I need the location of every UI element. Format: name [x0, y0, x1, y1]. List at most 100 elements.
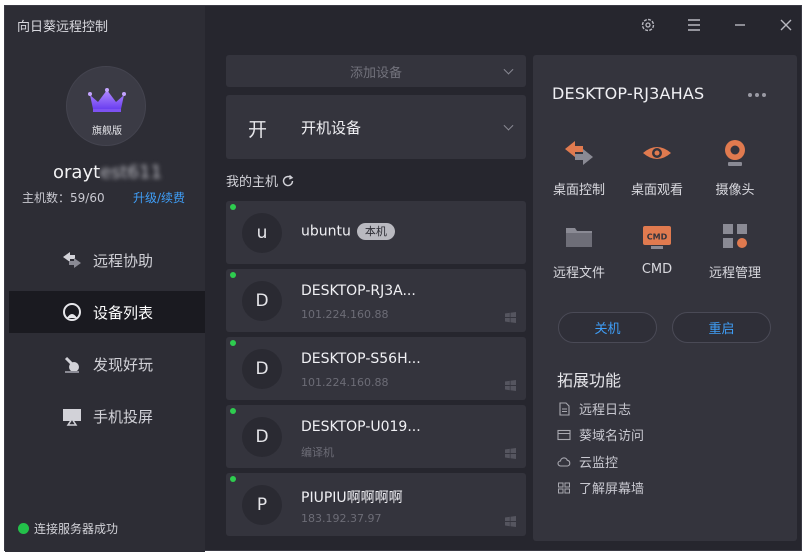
add-device-dropdown[interactable]: 添加设备 — [226, 55, 526, 87]
online-indicator — [230, 272, 236, 278]
nav-item-discover[interactable]: 发现好玩 — [9, 343, 205, 385]
action-label: 远程文件 — [552, 266, 605, 281]
nav-item-device-list[interactable]: 设备列表 — [9, 291, 205, 333]
device-ip: 183.192.37.97 — [301, 512, 382, 525]
ext-item-domain-access[interactable]: 葵域名访问 — [557, 425, 644, 444]
action-label: 摄像头 — [715, 183, 755, 198]
action-camera[interactable]: 摄像头 — [695, 137, 775, 198]
nav-label-remote-assist: 远程协助 — [93, 251, 154, 270]
action-remote-manage[interactable]: 远程管理 — [695, 220, 775, 281]
refresh-icon[interactable] — [281, 174, 295, 188]
desktop-view-icon — [643, 147, 671, 159]
my-hosts-label: 我的主机 — [226, 175, 279, 190]
detail-device-title: DESKTOP-RJ3AHAS — [552, 84, 705, 103]
cmd-icon: CMD — [643, 226, 671, 249]
extensions-title: 拓展功能 — [557, 371, 622, 390]
ext-label: 远程日志 — [579, 403, 632, 418]
screen-cast-icon — [63, 409, 81, 426]
online-indicator — [230, 408, 236, 414]
action-label: CMD — [641, 262, 673, 277]
remote-assist-icon — [63, 252, 81, 268]
device-list-icon — [63, 303, 81, 321]
device-name: DESKTOP-S56H... — [301, 351, 421, 367]
device-card-desktop-rj3a[interactable]: D DESKTOP-RJ3A... 101.224.160.88 — [226, 269, 526, 332]
shutdown-button[interactable]: 关机 — [558, 312, 657, 343]
host-count: 主机数：59/60 — [22, 189, 105, 206]
discover-icon — [64, 356, 79, 373]
log-icon — [559, 401, 570, 416]
device-initial: D — [242, 349, 282, 389]
device-card-desktop-s56h[interactable]: D DESKTOP-S56H... 101.224.160.88 — [226, 337, 526, 400]
ext-label: 葵域名访问 — [579, 429, 645, 444]
action-desktop-control[interactable]: 桌面控制 — [539, 137, 619, 198]
cloud-icon — [557, 456, 571, 467]
status-text: 连接服务器成功 — [34, 522, 119, 536]
windows-icon — [505, 380, 516, 391]
windows-icon — [505, 448, 516, 459]
device-card-piupiu[interactable]: P PIUPIU啊啊啊啊 183.192.37.97 — [226, 473, 526, 536]
remote-file-icon — [566, 228, 592, 247]
nav-label-device-list: 设备列表 — [93, 303, 154, 322]
ext-item-screen-wall[interactable]: 了解屏幕墙 — [557, 478, 644, 497]
nav-label-discover: 发现好玩 — [93, 355, 154, 374]
boot-device-dropdown[interactable]: 开 开机设备 — [226, 95, 526, 159]
device-ip: 101.224.160.88 — [301, 376, 389, 389]
nav-item-screen-cast[interactable]: 手机投屏 — [9, 395, 205, 437]
device-card-desktop-u019[interactable]: D DESKTOP-U019... 编译机 — [226, 405, 526, 468]
device-initial: P — [242, 485, 282, 525]
add-device-label: 添加设备 — [349, 65, 402, 81]
connection-status: 连接服务器成功 — [18, 520, 118, 537]
username: oraytest611 — [53, 162, 162, 183]
device-name-text: ubuntu — [301, 223, 351, 240]
device-name: DESKTOP-U019... — [301, 419, 421, 435]
screen-wall-icon — [558, 482, 570, 493]
ext-label: 云监控 — [579, 456, 619, 471]
action-label: 桌面观看 — [630, 183, 683, 198]
device-initial: D — [242, 281, 282, 321]
menu-icon[interactable] — [686, 17, 702, 33]
domain-icon — [557, 429, 571, 440]
ext-item-cloud-monitor[interactable]: 云监控 — [557, 452, 618, 471]
device-card-ubuntu[interactable]: u ubuntu 本机 — [226, 201, 526, 264]
device-remark: 编译机 — [301, 446, 334, 459]
boot-device-label: 开机设备 — [301, 119, 362, 137]
action-desktop-view[interactable]: 桌面观看 — [617, 137, 697, 198]
crown-icon — [88, 88, 126, 112]
device-name: ubuntu 本机 — [301, 223, 395, 240]
restart-button[interactable]: 重启 — [672, 312, 771, 343]
host-count-label: 主机数： — [22, 191, 71, 205]
avatar[interactable]: 旗舰版 — [66, 66, 146, 146]
device-name: DESKTOP-RJ3A... — [301, 283, 416, 299]
action-cmd[interactable]: CMD CMD — [617, 220, 697, 277]
device-ip: 101.224.160.88 — [301, 308, 389, 321]
windows-icon — [505, 516, 516, 527]
ext-item-remote-log[interactable]: 远程日志 — [557, 399, 631, 418]
action-remote-file[interactable]: 远程文件 — [539, 220, 619, 281]
desktop-control-icon — [565, 141, 593, 165]
status-dot-icon — [18, 523, 29, 534]
online-indicator — [230, 204, 236, 210]
more-options-icon[interactable] — [748, 93, 766, 97]
settings-gear-icon[interactable] — [640, 17, 656, 33]
device-name: PIUPIU啊啊啊啊 — [301, 490, 403, 506]
action-label: 桌面控制 — [552, 183, 605, 198]
ext-label: 了解屏幕墙 — [579, 482, 645, 497]
online-indicator — [230, 476, 236, 482]
minimize-icon[interactable] — [732, 17, 748, 33]
upgrade-link[interactable]: 升级/续费 — [133, 189, 185, 206]
device-detail-panel: DESKTOP-RJ3AHAS 桌面控制 桌面观看 摄像头 远程文件 CMD C… — [533, 55, 797, 541]
local-badge: 本机 — [356, 223, 395, 240]
chevron-down-icon — [503, 64, 514, 75]
host-count-value: 59/60 — [70, 191, 105, 205]
app-title: 向日葵远程控制 — [17, 20, 109, 35]
nav-item-remote-assist[interactable]: 远程协助 — [9, 239, 205, 281]
app-window: 向日葵远程控制 旗舰版 oraytest611 主机数：59/60 升级/续费 — [4, 5, 802, 552]
action-label: 远程管理 — [708, 266, 761, 281]
boot-device-char: 开 — [248, 119, 268, 141]
close-icon[interactable] — [778, 17, 794, 33]
my-hosts-header: 我的主机 — [226, 171, 295, 190]
username-masked: est611 — [100, 162, 163, 183]
sidebar: 向日葵远程控制 旗舰版 oraytest611 主机数：59/60 升级/续费 — [5, 6, 205, 552]
edition-label: 旗舰版 — [92, 126, 122, 137]
camera-icon — [725, 140, 745, 166]
